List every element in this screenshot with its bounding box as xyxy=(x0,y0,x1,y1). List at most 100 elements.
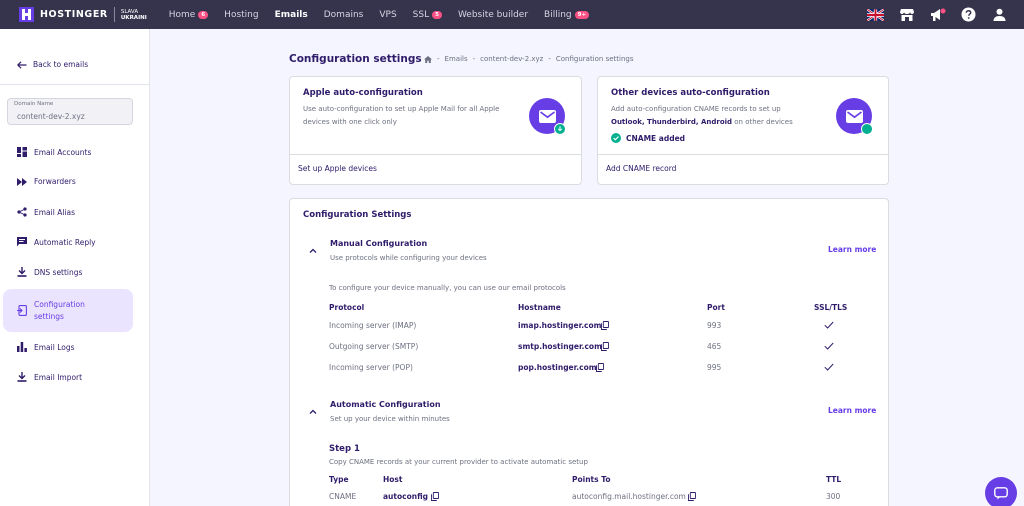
brand-slogan: SLAVA UKRAINI xyxy=(120,8,147,21)
config-settings-title: Configuration Settings xyxy=(303,210,412,220)
import-icon xyxy=(17,372,27,382)
apple-card-description: Use auto-configuration to set up Apple M… xyxy=(303,105,500,126)
port-cell: 995 xyxy=(707,363,722,372)
breadcrumb: - Emails - content-dev-2.xyz - Configura… xyxy=(424,55,634,63)
type-cell: CNAME xyxy=(329,492,357,501)
manual-config-subtitle: Use protocols while configuring your dev… xyxy=(330,254,487,262)
chevron-up-icon[interactable] xyxy=(308,407,318,417)
nav-menu: Home 6 Hosting Emails Domains VPS SSL 5 We… xyxy=(169,10,605,20)
sidebar-item-forwarders[interactable]: Forwarders xyxy=(0,177,76,186)
add-cname-record-button[interactable]: Add CNAME record xyxy=(598,154,888,184)
sidebar-item-email-import[interactable]: Email Import xyxy=(0,372,82,382)
hostinger-logo-icon xyxy=(19,7,34,22)
breadcrumb-emails[interactable]: Emails xyxy=(445,55,468,63)
sidebar-item-email-logs[interactable]: Email Logs xyxy=(0,342,75,352)
cname-added-status: CNAME added xyxy=(611,133,685,143)
nav-item-vps[interactable]: VPS xyxy=(379,10,396,20)
column-header-type: Type xyxy=(329,475,349,484)
manual-learn-more-link[interactable]: Learn more xyxy=(828,245,876,254)
protocol-cell: Outgoing server (SMTP) xyxy=(329,342,419,351)
hostname-cell: smtp.hostinger.com xyxy=(518,342,602,351)
logo-divider xyxy=(113,7,115,22)
configuration-settings-card: Configuration Settings Manual Configurat… xyxy=(289,198,889,506)
host-cell: autoconfig xyxy=(383,492,429,501)
store-icon[interactable] xyxy=(898,6,915,23)
fast-forward-icon xyxy=(17,177,27,186)
sidebar-item-email-accounts[interactable]: Email Accounts xyxy=(0,147,91,157)
manual-config-intro: To configure your device manually, you c… xyxy=(329,284,566,292)
sidebar-item-email-alias[interactable]: Email Alias xyxy=(0,207,75,217)
nav-item-emails[interactable]: Emails xyxy=(275,10,308,20)
home-icon[interactable] xyxy=(424,55,432,63)
check-icon xyxy=(824,321,834,329)
share-icon xyxy=(17,207,27,217)
protocol-cell: Incoming server (IMAP) xyxy=(329,321,417,330)
points-to-cell: autoconfig.mail.hostinger.com xyxy=(572,492,686,501)
copy-icon[interactable] xyxy=(601,321,609,330)
nav-item-ssl[interactable]: SSL 5 xyxy=(413,10,442,20)
back-to-emails-link[interactable]: Back to emails xyxy=(17,60,88,69)
apple-auto-config-card: Apple auto-configuration Use auto-config… xyxy=(289,76,582,185)
copy-icon[interactable] xyxy=(431,492,439,501)
chevron-up-icon[interactable] xyxy=(308,246,318,256)
set-up-apple-devices-button[interactable]: Set up Apple devices xyxy=(290,154,581,184)
manual-config-title: Manual Configuration xyxy=(330,239,428,248)
home-badge: 6 xyxy=(198,10,209,19)
step-1-description: Copy CNAME records at your current provi… xyxy=(329,458,588,466)
automatic-config-subtitle: Set up your device within minutes xyxy=(330,415,450,423)
nav-item-home[interactable]: Home 6 xyxy=(169,10,209,20)
reply-icon xyxy=(17,237,27,247)
column-header-ttl: TTL xyxy=(826,475,842,484)
column-header-hostname: Hostname xyxy=(518,303,561,312)
breadcrumb-domain[interactable]: content-dev-2.xyz xyxy=(480,55,543,63)
check-icon xyxy=(824,363,834,371)
check-icon xyxy=(824,342,834,350)
hostinger-logo[interactable]: HOSTINGER SLAVA UKRAINI xyxy=(19,7,147,22)
column-header-ssl-tls: SSL/TLS xyxy=(814,303,848,312)
nav-item-domains[interactable]: Domains xyxy=(324,10,364,20)
help-icon[interactable] xyxy=(960,6,977,23)
uk-flag-icon[interactable] xyxy=(867,6,884,23)
nav-item-website-builder[interactable]: Website builder xyxy=(458,10,528,20)
top-navigation: HOSTINGER SLAVA UKRAINI Home 6 Hosting Em… xyxy=(0,0,1024,29)
port-cell: 993 xyxy=(707,321,722,330)
sidebar-divider xyxy=(0,84,150,85)
status-badge-icon xyxy=(861,123,873,135)
arrow-left-icon xyxy=(17,60,27,69)
notification-icon[interactable] xyxy=(929,6,946,23)
config-icon xyxy=(17,305,27,316)
copy-icon[interactable] xyxy=(596,363,604,372)
ttl-cell: 300 xyxy=(826,492,841,501)
domain-name-value: content-dev-2.xyz xyxy=(17,112,85,121)
other-devices-config-card: Other devices auto-configuration Add aut… xyxy=(597,76,889,185)
nav-item-billing[interactable]: Billing 9+ xyxy=(544,10,590,20)
hostname-cell: pop.hostinger.com xyxy=(518,363,597,372)
domain-name-field[interactable]: Domain Name content-dev-2.xyz xyxy=(7,98,133,125)
port-cell: 465 xyxy=(707,342,722,351)
other-card-title: Other devices auto-configuration xyxy=(611,88,770,98)
user-icon[interactable] xyxy=(991,6,1008,23)
nav-item-hosting[interactable]: Hosting xyxy=(224,10,258,20)
copy-icon[interactable] xyxy=(688,492,696,501)
other-card-description: Add auto-configuration CNAME records to … xyxy=(611,105,793,126)
sidebar: Back to emails Domain Name content-dev-2… xyxy=(0,29,150,506)
bar-chart-icon xyxy=(17,342,27,352)
breadcrumb-current: Configuration settings xyxy=(555,55,634,63)
column-header-port: Port xyxy=(707,303,725,312)
page-title: Configuration settings xyxy=(289,53,422,65)
column-header-protocol: Protocol xyxy=(329,303,365,312)
protocol-cell: Incoming server (POP) xyxy=(329,363,413,372)
brand-name: HOSTINGER xyxy=(40,9,108,20)
sidebar-item-dns-settings[interactable]: DNS settings xyxy=(0,267,82,277)
automatic-config-title: Automatic Configuration xyxy=(330,400,441,409)
download-badge-icon xyxy=(554,123,566,135)
automatic-learn-more-link[interactable]: Learn more xyxy=(828,406,876,415)
chat-icon xyxy=(994,486,1008,499)
sidebar-item-configuration-settings[interactable]: Configuration settings xyxy=(3,289,133,332)
column-header-host: Host xyxy=(383,475,403,484)
chat-support-button[interactable] xyxy=(985,477,1017,506)
ssl-badge: 5 xyxy=(432,10,442,19)
copy-icon[interactable] xyxy=(601,342,609,351)
column-header-points-to: Points To xyxy=(572,475,611,484)
sidebar-item-automatic-reply[interactable]: Automatic Reply xyxy=(0,237,96,247)
